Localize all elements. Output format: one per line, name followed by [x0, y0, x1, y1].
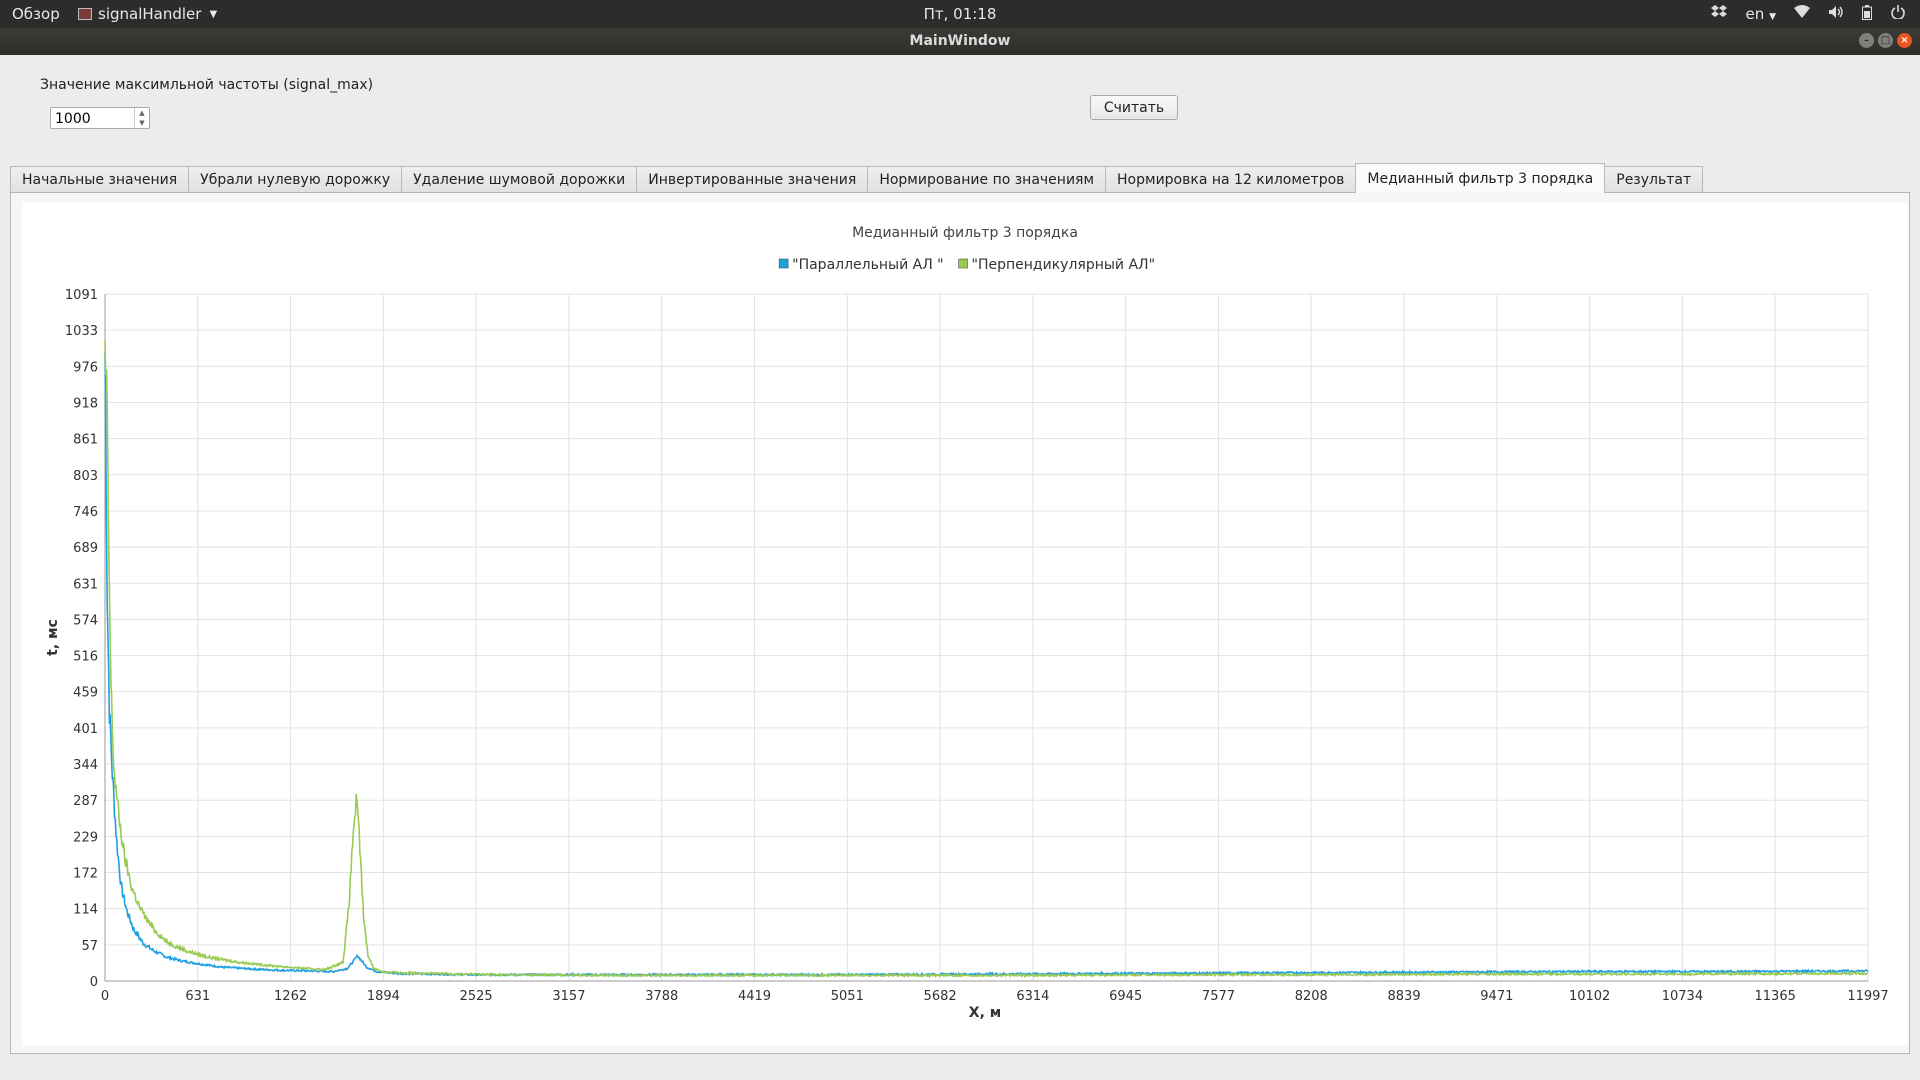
x-tick-label: 3788	[645, 989, 678, 1004]
y-tick-label: 976	[73, 360, 98, 375]
signal-max-spinbox[interactable]: ▲ ▼	[50, 107, 150, 129]
battery-icon[interactable]	[1862, 4, 1872, 24]
y-tick-label: 0	[90, 975, 98, 990]
y-tick-label: 114	[73, 903, 98, 918]
x-tick-label: 9471	[1480, 989, 1513, 1004]
tab-bar: Начальные значения Убрали нулевую дорожку…	[10, 163, 1704, 193]
tab-6[interactable]: Нормировка на 12 километров	[1105, 166, 1357, 192]
x-tick-label: 1894	[367, 989, 400, 1004]
tab-7[interactable]: Медианный фильтр 3 порядка	[1355, 163, 1606, 193]
tab-4[interactable]: Инвертированные значения	[636, 166, 869, 192]
y-tick-label: 574	[73, 613, 98, 628]
power-icon[interactable]	[1890, 5, 1906, 23]
x-tick-label: 10734	[1662, 989, 1703, 1004]
y-tick-label: 401	[73, 722, 98, 737]
spin-up-icon[interactable]: ▲	[135, 108, 149, 118]
read-button[interactable]: Считать	[1090, 95, 1178, 120]
tab-3[interactable]: Удаление шумовой дорожки	[401, 166, 638, 192]
chart-title: Медианный фильтр 3 порядка	[852, 225, 1078, 241]
x-tick-label: 7577	[1202, 989, 1235, 1004]
x-tick-label: 11997	[1847, 989, 1888, 1004]
signal-max-input[interactable]	[55, 110, 133, 128]
chart-view: 0 631 1262 1894 2525 3157 3788 4419 5051 5682 6314…	[22, 202, 1908, 1046]
x-tick-label: 631	[185, 989, 210, 1004]
signal-max-label: Значение максимльной частоты (signal_max…	[40, 77, 374, 93]
y-tick-label: 459	[73, 686, 98, 701]
y-tick-label: 918	[73, 396, 98, 411]
x-tick-label: 10102	[1569, 989, 1610, 1004]
tab-5[interactable]: Нормирование по значениям	[867, 166, 1107, 192]
y-tick-label: 861	[73, 433, 98, 448]
x-tick-label: 1262	[274, 989, 307, 1004]
legend-marker	[778, 258, 789, 269]
window-titlebar: MainWindow – □ ×	[0, 28, 1920, 55]
y-tick-label: 631	[73, 577, 98, 592]
x-tick-label: 8208	[1295, 989, 1328, 1004]
legend-label: "Перпендикулярный АЛ"	[972, 257, 1155, 273]
plot-area	[105, 294, 1868, 981]
x-axis-title: X, м	[969, 1005, 1001, 1021]
legend-label: "Параллельный АЛ "	[792, 257, 943, 273]
close-button[interactable]: ×	[1897, 33, 1912, 48]
maximize-button[interactable]: □	[1878, 33, 1893, 48]
wifi-icon[interactable]	[1794, 5, 1810, 23]
y-tick-label: 57	[81, 939, 98, 954]
clock[interactable]: Пт, 01:18	[0, 5, 1920, 23]
x-tick-label: 4419	[738, 989, 771, 1004]
y-tick-label: 803	[73, 469, 98, 484]
y-tick-label: 344	[73, 758, 98, 773]
tab-1[interactable]: Начальные значения	[10, 166, 190, 192]
x-tick-label: 6314	[1016, 989, 1049, 1004]
x-tick-label: 11365	[1755, 989, 1796, 1004]
chart: 0 631 1262 1894 2525 3157 3788 4419 5051 5682 6314…	[45, 225, 1889, 1021]
volume-icon[interactable]	[1828, 5, 1844, 23]
minimize-button[interactable]: –	[1859, 33, 1874, 48]
system-tray: en ▼	[1710, 4, 1906, 24]
x-tick-label: 2525	[460, 989, 493, 1004]
spin-down-icon[interactable]: ▼	[135, 118, 149, 128]
x-tick-label: 8839	[1388, 989, 1421, 1004]
language-indicator[interactable]: en ▼	[1746, 5, 1776, 23]
x-tick-label: 0	[101, 989, 109, 1004]
x-tick-label: 5051	[831, 989, 864, 1004]
y-tick-label: 516	[73, 650, 98, 665]
y-tick-label: 689	[73, 541, 98, 556]
y-tick-label: 172	[73, 867, 98, 882]
x-tick-label: 3157	[552, 989, 585, 1004]
top-panel: Обзор signalHandler ▼ Пт, 01:18 en ▼	[0, 0, 1920, 28]
y-tick-label: 229	[73, 830, 98, 845]
window-title: MainWindow	[909, 33, 1011, 49]
tab-8[interactable]: Результат	[1604, 166, 1704, 192]
y-tick-label: 1091	[65, 288, 98, 303]
y-tick-label: 1033	[65, 324, 98, 339]
y-tick-label: 746	[73, 505, 98, 520]
x-tick-label: 5682	[924, 989, 957, 1004]
legend-marker	[958, 258, 968, 269]
y-tick-label: 287	[73, 794, 98, 809]
dropbox-icon[interactable]	[1710, 4, 1728, 24]
x-tick-label: 6945	[1109, 989, 1142, 1004]
y-axis-title: t, мс	[45, 619, 61, 656]
tab-2[interactable]: Убрали нулевую дорожку	[188, 166, 403, 192]
